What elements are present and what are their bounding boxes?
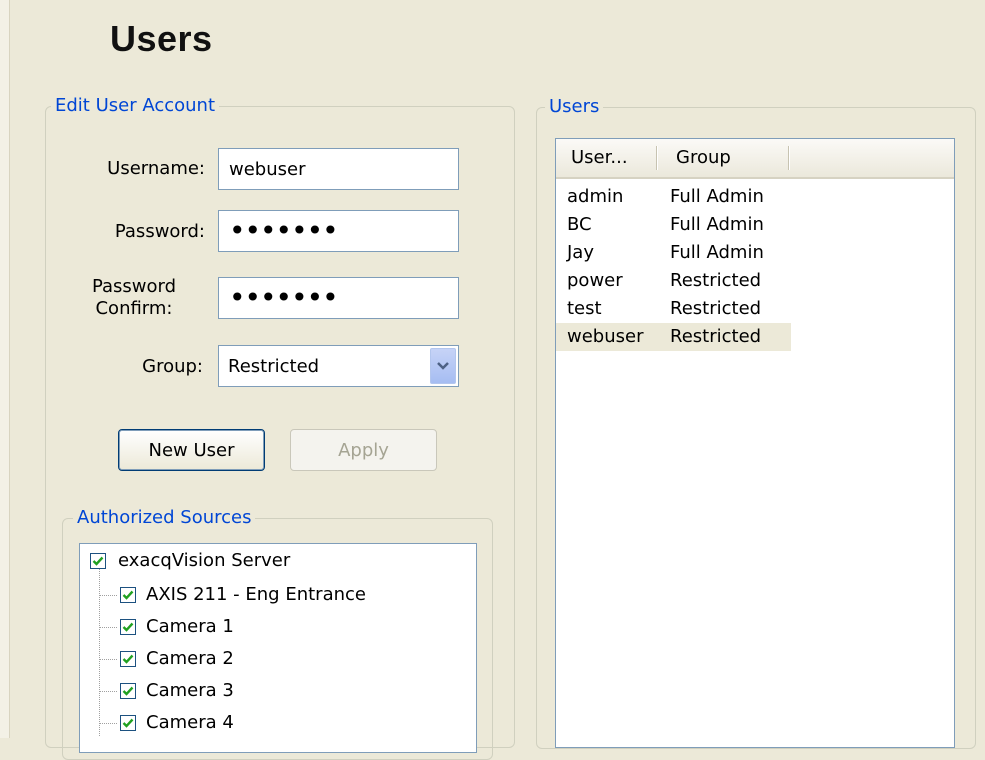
left-edge-strip <box>0 0 10 738</box>
source-checkbox[interactable] <box>120 683 136 699</box>
user-group: Full Admin <box>670 186 764 207</box>
check-icon <box>122 654 134 664</box>
user-row-selected[interactable]: webuser Restricted <box>556 323 791 351</box>
source-checkbox[interactable] <box>120 587 136 603</box>
password-field[interactable]: ••••••• <box>218 210 459 252</box>
tree-connector <box>99 723 117 724</box>
column-divider[interactable] <box>656 146 657 170</box>
password-confirm-label-line2: Confirm: <box>95 298 173 319</box>
user-group: Full Admin <box>670 242 764 263</box>
page-title: Users <box>110 18 213 59</box>
password-value: ••••••• <box>229 214 339 247</box>
source-checkbox[interactable] <box>120 651 136 667</box>
authorized-sources-legend: Authorized Sources <box>73 507 256 529</box>
source-label: Camera 1 <box>146 616 234 637</box>
tree-connector <box>99 595 117 596</box>
user-name: BC <box>567 214 592 235</box>
source-label: AXIS 211 - Eng Entrance <box>146 584 366 605</box>
check-icon <box>122 718 134 728</box>
tree-connector <box>99 691 117 692</box>
apply-button[interactable]: Apply <box>290 429 437 471</box>
user-group: Restricted <box>670 326 762 347</box>
group-label: Group: <box>142 356 203 377</box>
users-list[interactable]: User... Group admin Full Admin BC Full A… <box>555 138 955 748</box>
user-row[interactable]: test Restricted <box>556 295 791 323</box>
user-row[interactable]: Jay Full Admin <box>556 239 791 267</box>
edit-user-account-legend: Edit User Account <box>51 95 220 117</box>
user-name: webuser <box>567 326 644 347</box>
check-icon <box>92 556 104 566</box>
new-user-button[interactable]: New User <box>118 429 265 471</box>
username-label: Username: <box>107 158 205 179</box>
source-label: Camera 3 <box>146 680 234 701</box>
tree-connector <box>99 659 117 660</box>
exacqvision-server-label: exacqVision Server <box>118 550 291 571</box>
group-select[interactable]: Restricted <box>218 345 459 387</box>
user-name: power <box>567 270 623 291</box>
column-header-user[interactable]: User... <box>571 139 628 177</box>
password-confirm-field[interactable]: ••••••• <box>218 277 459 319</box>
users-legend: Users <box>545 96 604 118</box>
check-icon <box>122 622 134 632</box>
password-confirm-value: ••••••• <box>229 281 339 314</box>
source-checkbox[interactable] <box>120 619 136 635</box>
tree-connector <box>99 566 100 736</box>
user-group: Restricted <box>670 270 762 291</box>
username-value: webuser <box>229 158 306 180</box>
user-group: Full Admin <box>670 214 764 235</box>
group-select-value: Restricted <box>228 355 320 377</box>
password-confirm-label-line1: Password <box>91 276 177 297</box>
users-list-header: User... Group <box>556 139 954 179</box>
user-group: Restricted <box>670 298 762 319</box>
user-row[interactable]: BC Full Admin <box>556 211 791 239</box>
user-row[interactable]: admin Full Admin <box>556 183 791 211</box>
user-name: admin <box>567 186 624 207</box>
password-confirm-label: Password Confirm: <box>70 276 198 320</box>
user-name: test <box>567 298 602 319</box>
password-label: Password: <box>114 221 205 242</box>
chevron-down-icon[interactable] <box>430 348 456 384</box>
source-label: Camera 4 <box>146 712 234 733</box>
exacqvision-server-checkbox[interactable] <box>90 553 106 569</box>
column-header-group[interactable]: Group <box>676 139 731 177</box>
user-name: Jay <box>567 242 594 263</box>
source-label: Camera 2 <box>146 648 234 669</box>
check-icon <box>122 590 134 600</box>
check-icon <box>122 686 134 696</box>
sources-tree: exacqVision Server AXIS 211 - Eng Entran… <box>79 543 477 753</box>
source-checkbox[interactable] <box>120 715 136 731</box>
user-row[interactable]: power Restricted <box>556 267 791 295</box>
username-field[interactable]: webuser <box>218 148 459 190</box>
column-divider[interactable] <box>788 146 789 170</box>
tree-connector <box>99 627 117 628</box>
